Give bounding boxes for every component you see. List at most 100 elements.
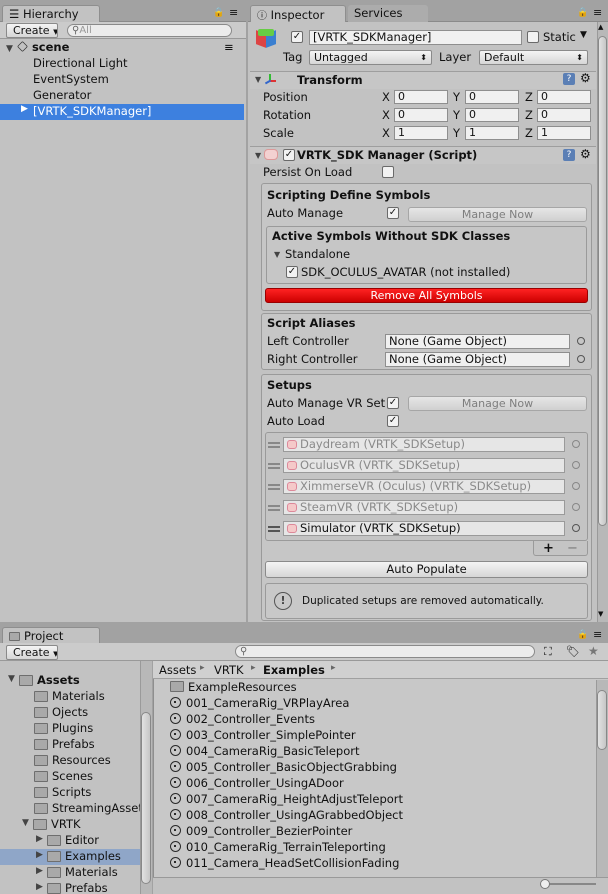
zoom-slider[interactable]: [546, 883, 596, 885]
menu-icon[interactable]: ≡: [229, 6, 238, 19]
drag-handle-icon[interactable]: [268, 526, 280, 532]
script-enabled-checkbox[interactable]: ✓: [283, 149, 295, 161]
drag-handle-icon[interactable]: [268, 463, 280, 469]
scene-row[interactable]: ▼ scene ≡: [6, 40, 244, 56]
scene-menu-icon[interactable]: ≡: [224, 40, 234, 54]
hierarchy-item[interactable]: Generator: [33, 88, 91, 104]
scale-y-field[interactable]: 1: [465, 126, 519, 140]
tree-item[interactable]: Materials: [0, 689, 140, 705]
object-picker-icon[interactable]: [577, 337, 585, 345]
tree-scroll-thumb[interactable]: [141, 712, 151, 884]
lock-icon[interactable]: 🔒: [577, 8, 588, 18]
remove-all-symbols-button[interactable]: Remove All Symbols: [265, 288, 588, 303]
object-picker-icon[interactable]: [577, 355, 585, 363]
drag-handle-icon[interactable]: [268, 442, 280, 448]
expand-right-icon[interactable]: ▶: [21, 104, 28, 114]
tree-item[interactable]: StreamingAssets: [0, 801, 140, 817]
manage-now-button[interactable]: Manage Now: [408, 207, 587, 222]
tree-item[interactable]: Prefabs: [0, 737, 140, 753]
tree-item[interactable]: ▶ Examples: [0, 849, 140, 865]
setup-item[interactable]: Simulator (VRTK_SDKSetup): [283, 521, 565, 536]
static-checkbox[interactable]: [527, 31, 539, 43]
setup-item[interactable]: SteamVR (VRTK_SDKSetup): [283, 500, 565, 515]
help-icon[interactable]: ?: [563, 73, 575, 85]
collapse-icon[interactable]: ▼: [255, 151, 261, 160]
expand-icon[interactable]: ▼: [8, 674, 15, 684]
tab-project[interactable]: Project: [2, 627, 100, 644]
scroll-up-icon[interactable]: ▲: [598, 23, 603, 31]
expand-right-icon[interactable]: ▶: [36, 882, 43, 892]
help-icon[interactable]: ?: [563, 149, 575, 161]
auto-load-checkbox[interactable]: ✓: [387, 415, 399, 427]
object-picker-icon[interactable]: [572, 524, 580, 532]
symbol-checkbox[interactable]: ✓: [286, 266, 298, 278]
gear-icon[interactable]: ⚙: [580, 71, 591, 85]
scale-z-field[interactable]: 1: [537, 126, 591, 140]
auto-manage-vr-checkbox[interactable]: ✓: [387, 397, 399, 409]
object-picker-icon[interactable]: [572, 482, 580, 490]
remove-setup-button[interactable]: −: [567, 541, 578, 556]
collapse-icon[interactable]: ▼: [255, 75, 261, 84]
position-z-field[interactable]: 0: [537, 90, 591, 104]
tree-item[interactable]: ▼ VRTK: [0, 817, 140, 833]
tree-item[interactable]: Scripts: [0, 785, 140, 801]
file-item[interactable]: 009_Controller_BezierPointer: [170, 824, 352, 840]
position-y-field[interactable]: 0: [465, 90, 519, 104]
filter-type-icon[interactable]: ⛶: [544, 645, 552, 659]
static-dropdown-icon[interactable]: ▼: [580, 30, 587, 40]
zoom-slider-thumb[interactable]: [540, 879, 550, 889]
object-picker-icon[interactable]: [572, 503, 580, 511]
hierarchy-create-button[interactable]: Create ▼: [6, 23, 58, 38]
star-icon[interactable]: ★: [588, 644, 599, 658]
file-item[interactable]: 004_CameraRig_BasicTeleport: [170, 744, 360, 760]
project-create-button[interactable]: Create ▼: [6, 645, 58, 660]
tab-inspector[interactable]: ⓘ Inspector: [250, 5, 346, 22]
expand-right-icon[interactable]: ▶: [36, 834, 43, 844]
breadcrumb-item[interactable]: Assets: [159, 663, 196, 677]
lock-icon[interactable]: 🔒: [213, 8, 224, 18]
file-item[interactable]: 003_Controller_SimplePointer: [170, 728, 356, 744]
files-scroll-thumb[interactable]: [597, 690, 607, 750]
tree-item[interactable]: Ojects: [0, 705, 140, 721]
rotation-z-field[interactable]: 0: [537, 108, 591, 122]
right-controller-field[interactable]: None (Game Object): [385, 352, 570, 367]
setup-item[interactable]: OculusVR (VRTK_SDKSetup): [283, 458, 565, 473]
file-item[interactable]: 005_Controller_BasicObjectGrabbing: [170, 760, 397, 776]
hierarchy-item-selected[interactable]: ▶ [VRTK_SDKManager]: [0, 104, 244, 120]
lock-icon[interactable]: 🔒: [577, 630, 588, 640]
object-name-input[interactable]: [VRTK_SDKManager]: [309, 30, 522, 45]
scroll-down-icon[interactable]: ▼: [598, 610, 603, 618]
auto-populate-button[interactable]: Auto Populate: [265, 561, 588, 578]
tag-dropdown[interactable]: Untagged ⬍: [309, 50, 432, 65]
file-item[interactable]: 010_CameraRig_TerrainTeleporting: [170, 840, 386, 856]
tab-hierarchy[interactable]: ☰ Hierarchy: [2, 5, 100, 22]
tree-item[interactable]: Scenes: [0, 769, 140, 785]
auto-manage-checkbox[interactable]: ✓: [387, 207, 399, 219]
breadcrumb-item[interactable]: Examples: [263, 663, 325, 677]
inspector-scroll-thumb[interactable]: [598, 36, 607, 526]
drag-handle-icon[interactable]: [268, 505, 280, 511]
tag-icon[interactable]: 🏷: [566, 645, 580, 658]
expand-icon[interactable]: ▼: [22, 818, 29, 828]
hierarchy-search-input[interactable]: ⚲All: [67, 24, 232, 37]
expand-icon[interactable]: ▼: [6, 44, 13, 54]
breadcrumb-item[interactable]: VRTK: [214, 663, 244, 677]
file-item[interactable]: 008_Controller_UsingAGrabbedObject: [170, 808, 403, 824]
expand-right-icon[interactable]: ▶: [36, 850, 43, 860]
tree-item[interactable]: Resources: [0, 753, 140, 769]
active-checkbox[interactable]: ✓: [291, 31, 303, 43]
left-controller-field[interactable]: None (Game Object): [385, 334, 570, 349]
hierarchy-item[interactable]: Directional Light: [33, 56, 128, 72]
file-item[interactable]: 007_CameraRig_HeightAdjustTeleport: [170, 792, 403, 808]
manage-now-button[interactable]: Manage Now: [408, 396, 587, 411]
position-x-field[interactable]: 0: [394, 90, 448, 104]
expand-right-icon[interactable]: ▶: [36, 866, 43, 876]
setup-item[interactable]: XimmerseVR (Oculus) (VRTK_SDKSetup): [283, 479, 565, 494]
file-item[interactable]: 006_Controller_UsingADoor: [170, 776, 344, 792]
hierarchy-item[interactable]: EventSystem: [33, 72, 109, 88]
project-search-input[interactable]: ⚲: [235, 645, 535, 658]
layer-dropdown[interactable]: Default ⬍: [479, 50, 588, 65]
tree-item[interactable]: ▶ Prefabs: [0, 881, 140, 894]
object-picker-icon[interactable]: [572, 461, 580, 469]
rotation-x-field[interactable]: 0: [394, 108, 448, 122]
